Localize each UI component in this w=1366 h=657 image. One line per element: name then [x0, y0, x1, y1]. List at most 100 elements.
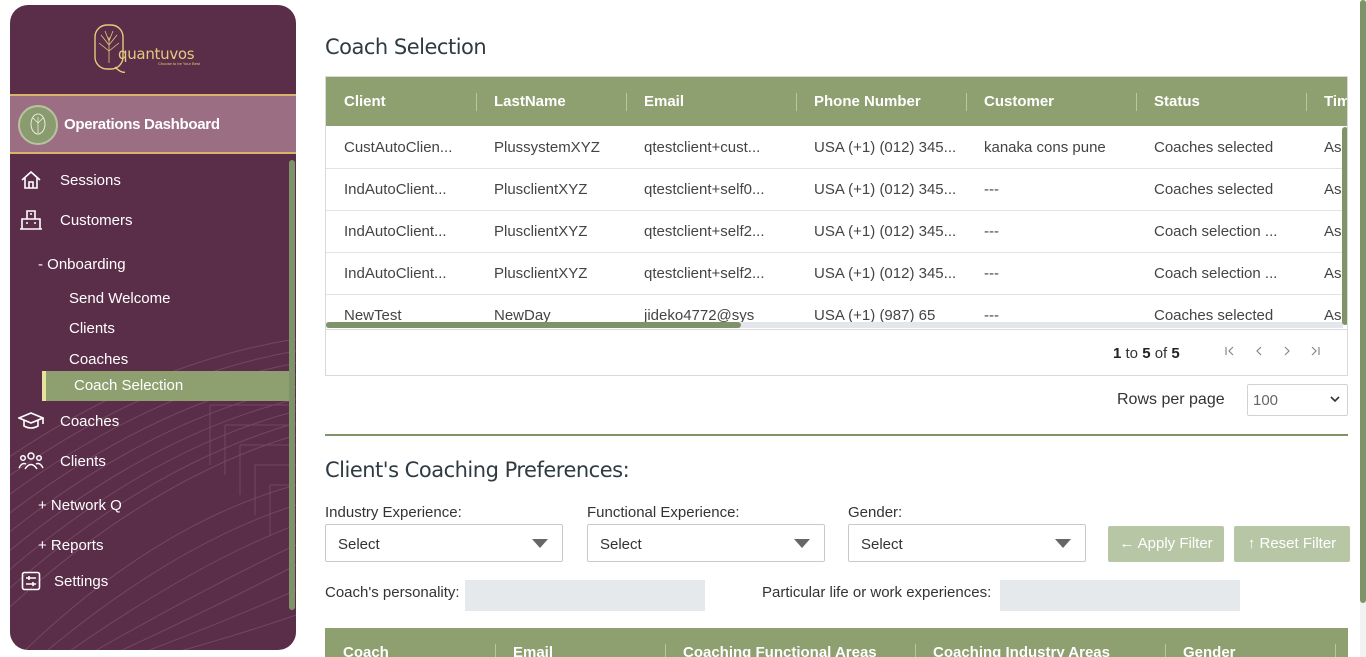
cell-client: IndAutoClient... [344, 223, 447, 240]
sidebar-item-coaches-sub[interactable]: Coaches [69, 351, 128, 368]
pagination-total: 5 [1171, 345, 1180, 362]
sidebar-item-label: Sessions [60, 171, 121, 189]
functional-experience-value: Select [600, 536, 642, 553]
cell-customer: --- [984, 265, 999, 282]
column-header-email[interactable]: Email [626, 77, 684, 126]
cell-email: qtestclient+self0... [644, 181, 765, 198]
column-header-time[interactable]: Tim [1306, 77, 1347, 126]
sidebar-item-label: Coach Selection [74, 377, 184, 394]
functional-experience-select[interactable]: Select [587, 524, 825, 562]
cell-time: As [1324, 181, 1342, 198]
first-page-icon[interactable] [1222, 344, 1238, 362]
rows-per-page-value: 100 [1253, 392, 1279, 409]
cell-phone: USA (+1) (012) 345... [814, 223, 957, 240]
avatar-tree-icon [30, 113, 46, 135]
pagination-of-word: of [1154, 345, 1168, 362]
table-row[interactable]: IndAutoClient... PlusclientXYZ qtestclie… [326, 253, 1347, 295]
grid-header: Client LastName Email Phone Number Custo… [326, 77, 1347, 126]
industry-experience-value: Select [338, 536, 380, 553]
cell-email: qtestclient+self2... [644, 223, 765, 240]
last-page-icon[interactable] [1307, 344, 1323, 362]
sidebar-item-send-welcome[interactable]: Send Welcome [69, 290, 170, 307]
operations-dashboard-header[interactable]: Operations Dashboard [10, 96, 296, 154]
column-header-gender[interactable]: Gender [1165, 628, 1236, 657]
column-header-functional-areas[interactable]: Coaching Functional Areas [665, 628, 877, 657]
coach-selection-grid: Client LastName Email Phone Number Custo… [325, 76, 1348, 376]
grid-horizontal-scrollbar[interactable] [326, 322, 741, 328]
page-title: Coach Selection [325, 35, 487, 59]
gender-select[interactable]: Select [848, 524, 1086, 562]
reset-filter-button[interactable]: ↑ Reset Filter [1234, 526, 1350, 562]
building-icon [18, 209, 44, 231]
sidebar: quantuvos Choose to be Your Best Operati… [10, 5, 296, 650]
cell-phone: USA (+1) (012) 345... [814, 265, 957, 282]
life-work-experiences-input[interactable] [1000, 580, 1240, 611]
cell-client: CustAutoClien... [344, 139, 453, 156]
column-header-coach[interactable]: Coach [325, 628, 389, 657]
next-page-icon[interactable] [1279, 344, 1295, 362]
sidebar-item-label: Clients [60, 452, 106, 470]
sidebar-item-label: Coaches [60, 412, 120, 430]
cell-customer: --- [984, 181, 999, 198]
sidebar-item-clients-sub[interactable]: Clients [69, 320, 115, 337]
sidebar-item-coach-selection[interactable]: Coach Selection [42, 371, 290, 401]
sidebar-item-network-q[interactable]: + Network Q [38, 497, 122, 514]
rows-per-page-select[interactable]: 100 [1247, 384, 1348, 416]
industry-experience-label: Industry Experience: [325, 504, 462, 521]
table-row[interactable]: IndAutoClient... PlusclientXYZ qtestclie… [326, 169, 1347, 211]
chevron-down-icon [1330, 396, 1340, 403]
page-scrollbar[interactable] [1360, 0, 1366, 603]
column-header-status[interactable]: Status [1136, 77, 1200, 126]
cell-customer: --- [984, 223, 999, 240]
sidebar-item-reports[interactable]: + Reports [38, 537, 103, 554]
graduation-cap-icon [18, 410, 44, 432]
sidebar-item-coaches[interactable]: Coaches [10, 406, 290, 436]
cell-time: As [1324, 139, 1342, 156]
gender-label: Gender: [848, 504, 903, 521]
life-work-experiences-label: Particular life or work experiences: [762, 584, 992, 601]
column-header-phone[interactable]: Phone Number [796, 77, 921, 126]
sidebar-scrollbar[interactable] [289, 160, 295, 610]
cell-lastname: PlussystemXYZ [494, 139, 600, 156]
dropdown-arrow-icon [1055, 539, 1071, 548]
users-icon [18, 450, 44, 472]
logo-area: quantuvos Choose to be Your Best [10, 5, 296, 96]
sidebar-item-sessions[interactable]: Sessions [10, 165, 290, 195]
cell-lastname: PlusclientXYZ [494, 265, 588, 282]
sidebar-item-settings[interactable]: Settings [10, 566, 290, 596]
previous-page-icon[interactable] [1251, 344, 1267, 362]
cell-phone: USA (+1) (012) 345... [814, 181, 957, 198]
sidebar-item-onboarding[interactable]: - Onboarding [38, 256, 126, 273]
sidebar-item-customers[interactable]: Customers [10, 205, 290, 235]
column-header-email[interactable]: Email [495, 628, 553, 657]
dropdown-arrow-icon [532, 539, 548, 548]
table-row[interactable]: CustAutoClien... PlussystemXYZ qtestclie… [326, 127, 1347, 169]
grid-vertical-scrollbar[interactable] [1342, 127, 1347, 325]
coach-personality-input[interactable] [465, 580, 705, 611]
cell-lastname: PlusclientXYZ [494, 181, 588, 198]
page-scrollbar-track[interactable] [1360, 0, 1366, 657]
apply-filter-button[interactable]: ← Apply Filter [1108, 526, 1224, 562]
avatar [18, 105, 58, 145]
operations-dashboard-title: Operations Dashboard [64, 116, 220, 133]
industry-experience-select[interactable]: Select [325, 524, 563, 562]
coach-personality-label: Coach's personality: [325, 584, 460, 601]
sidebar-item-clients[interactable]: Clients [10, 446, 290, 476]
cell-lastname: PlusclientXYZ [494, 223, 588, 240]
pagination-to-word: to [1125, 345, 1139, 362]
rows-per-page-label: Rows per page [1117, 391, 1225, 408]
column-header-customer[interactable]: Customer [966, 77, 1054, 126]
column-header-client[interactable]: Client [326, 77, 386, 126]
gender-value: Select [861, 536, 903, 553]
column-header-industry-areas[interactable]: Coaching Industry Areas [915, 628, 1110, 657]
cell-client: IndAutoClient... [344, 265, 447, 282]
column-separator[interactable] [1335, 644, 1336, 657]
home-icon [18, 169, 44, 191]
table-row[interactable]: IndAutoClient... PlusclientXYZ qtestclie… [326, 211, 1347, 253]
cell-status: Coaches selected [1154, 181, 1274, 198]
sidebar-item-label: Customers [60, 211, 133, 229]
pagination-to: 5 [1142, 345, 1151, 362]
cell-time: As [1324, 223, 1342, 240]
column-header-lastname[interactable]: LastName [476, 77, 566, 126]
settings-icon [18, 570, 44, 592]
